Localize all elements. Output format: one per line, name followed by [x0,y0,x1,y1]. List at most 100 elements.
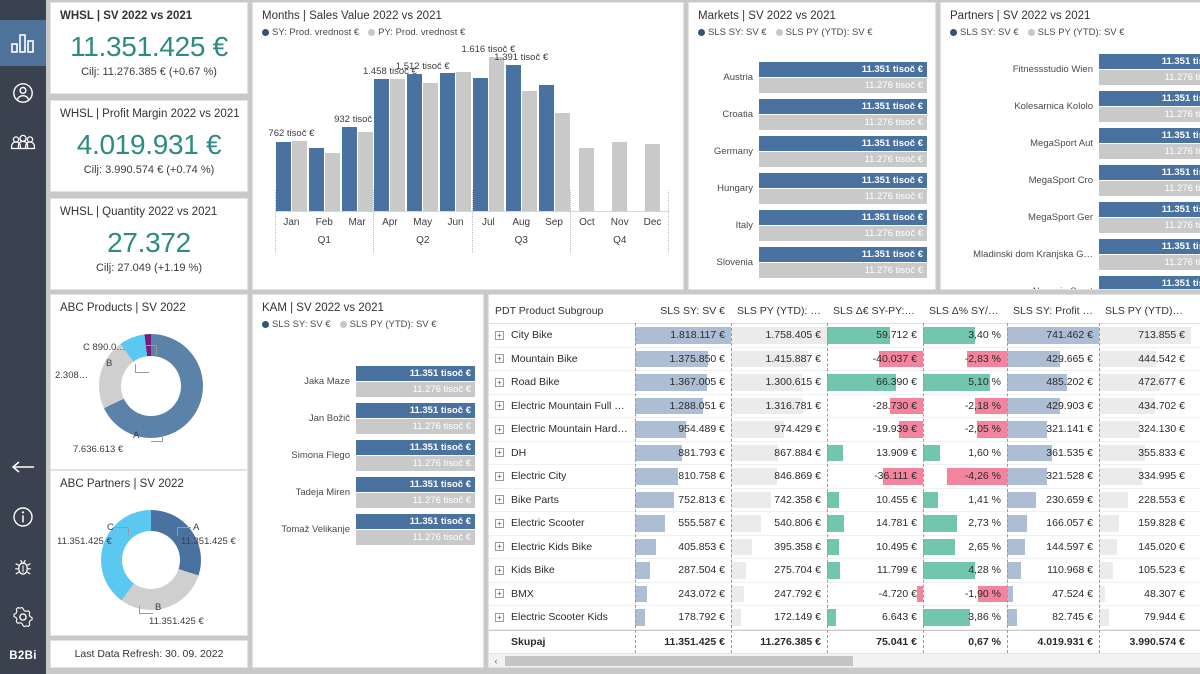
bar-sy[interactable]: 11.351 tisoč € [1099,54,1200,69]
table-cell-sy[interactable]: 810.758 € [635,465,731,488]
table-cell-p_sy[interactable]: 166.057 € [1007,512,1099,535]
table-cell-py[interactable]: 395.358 € [731,536,827,559]
bar-pair-row[interactable]: Mladinski dom Kranjska G…11.351 tisoč €1… [949,239,1200,270]
row-expand-button[interactable]: + [495,542,504,551]
bar-py[interactable] [489,57,504,211]
table-cell-name[interactable]: +Electric Scooter Kids [489,606,635,629]
partners-card[interactable]: Partners | SV 2022 vs 2021 SLS SY: SV € … [940,2,1200,290]
months-sales-chart-card[interactable]: Months | Sales Value 2022 vs 2021 SY: Pr… [252,2,684,290]
bar-py[interactable]: 11.276 tisoč € [759,115,927,130]
table-cell-d_pct[interactable]: -1,90 % [923,583,1007,606]
table-cell-name[interactable]: +Electric Mountain Hardtail [489,418,635,441]
bar-pair-row[interactable]: Tadeja Miren11.351 tisoč €11.276 tisoč € [261,477,475,508]
bar-sy[interactable]: 11.351 tisoč € [759,136,927,151]
table-cell-sy[interactable]: 881.793 € [635,442,731,465]
table-cell-py[interactable]: 974.429 € [731,418,827,441]
bar-sy[interactable] [407,74,422,211]
legend-item-py[interactable]: SLS PY (YTD): SV € [340,319,437,330]
bar-sy[interactable]: 11.351 tisoč € [1099,91,1200,106]
abc-partners-donut[interactable]: A11.351.425 €C11.351.425 €B11.351.425 € [51,494,247,634]
column-group[interactable] [570,48,603,211]
bar-py[interactable]: 11.276 tisoč € [759,189,927,204]
abc-products-donut[interactable]: C 890.0…B2.308…A7.636.613 € [51,318,247,466]
table-cell-p_sy[interactable]: 485.202 € [1007,371,1099,394]
bar-pair-row[interactable]: Kolesarnica Kololo11.351 tisoč €11.276 t… [949,91,1200,122]
abc-partners-card[interactable]: ABC Partners | SV 2022 A11.351.425 €C11.… [50,470,248,636]
table-cell-d_eur[interactable]: -40.037 € [827,348,923,371]
table-cell-sy[interactable]: 752.813 € [635,489,731,512]
bar-py[interactable] [579,148,594,211]
legend-item-sy[interactable]: SLS SY: SV € [698,27,767,38]
table-cell-p_py[interactable]: 324.130 € [1099,418,1191,441]
sidebar-item-debug[interactable] [0,544,46,590]
table-cell-name[interactable]: +Electric Scooter [489,512,635,535]
table-cell-sy[interactable]: 1.367.005 € [635,371,731,394]
bar-pair-row[interactable]: Fitnessstudio Wien11.351 tisoč €11.276 t… [949,54,1200,85]
bar-sy[interactable] [374,79,389,211]
table-cell-py[interactable]: 846.869 € [731,465,827,488]
table-cell-d_pct[interactable]: -2,18 % [923,395,1007,418]
table-cell-d_pct[interactable]: 2,65 % [923,536,1007,559]
bar-sy[interactable] [506,65,521,211]
table-cell-d_pct[interactable]: 5,10 % [923,371,1007,394]
table-cell-name[interactable]: +City Bike [489,324,635,347]
table-cell-p_sy[interactable]: 82.745 € [1007,606,1099,629]
table-cell-d_eur[interactable]: 11.799 € [827,559,923,582]
table-cell-p_sy[interactable]: 230.659 € [1007,489,1099,512]
bar-sy[interactable]: 11.351 tisoč € [759,99,927,114]
bar-py[interactable]: 11.276 tisoč € [1099,107,1200,122]
row-expand-button[interactable]: + [495,448,504,457]
table-cell-d_pct[interactable]: 3,86 % [923,606,1007,629]
table-cell-p_py[interactable]: 105.523 € [1099,559,1191,582]
table-cell-sy[interactable]: 954.489 € [635,418,731,441]
column-group[interactable]: 1.391 tisoč € [505,48,538,211]
table-cell-d_eur[interactable]: 6.643 € [827,606,923,629]
table-cell-p_py[interactable]: 79.944 € [1099,606,1191,629]
table-row[interactable]: +Bike Parts752.813 €742.358 €10.455 €1,4… [489,489,1200,513]
markets-card[interactable]: Markets | SV 2022 vs 2021 SLS SY: SV € S… [688,2,936,290]
bar-sy[interactable] [342,127,357,211]
sidebar-item-account[interactable] [0,70,46,116]
table-cell-d_pct[interactable]: 4,28 % [923,559,1007,582]
row-expand-button[interactable]: + [495,519,504,528]
row-expand-button[interactable]: + [495,354,504,363]
table-cell-d_eur[interactable]: 59.712 € [827,324,923,347]
table-column-header-d_eur[interactable]: SLS Δ€ SY-PY: SV [827,305,923,317]
bar-pair-row[interactable]: Croatia11.351 tisoč €11.276 tisoč € [697,99,927,130]
bar-py[interactable]: 11.276 tisoč € [759,78,927,93]
table-cell-name[interactable]: +Electric Mountain Full S… [489,395,635,418]
bar-sy[interactable]: 11.351 tisoč € [759,247,927,262]
table-cell-name[interactable]: +Bike Parts [489,489,635,512]
bar-py[interactable] [645,144,660,211]
table-cell-p_py[interactable]: 228.553 € [1099,489,1191,512]
table-cell-p_sy[interactable]: 47.524 € [1007,583,1099,606]
table-column-header-p_sy[interactable]: SLS SY: Profit … [1007,305,1099,317]
table-cell-d_pct[interactable]: -2,05 % [923,418,1007,441]
table-cell-d_eur[interactable]: 10.495 € [827,536,923,559]
table-row[interactable]: +Mountain Bike1.375.850 €1.415.887 €-40.… [489,348,1200,372]
table-column-header-sy[interactable]: SLS SY: SV € [635,305,731,317]
kpi-card-sales-value[interactable]: WHSL | SV 2022 vs 2021 11.351.425 € Cilj… [50,2,248,94]
table-cell-name[interactable]: +Mountain Bike [489,348,635,371]
bar-sy[interactable] [539,85,554,211]
bar-py[interactable]: 11.276 tisoč € [1099,144,1200,159]
column-group[interactable] [439,48,472,211]
bar-sy[interactable]: 11.351 tisoč € [356,514,475,529]
bar-py[interactable]: 11.276 tisoč € [356,419,475,434]
row-expand-button[interactable]: + [495,495,504,504]
table-row[interactable]: +City Bike1.818.117 €1.758.405 €59.712 €… [489,324,1200,348]
bar-py[interactable]: 11.276 tisoč € [1099,255,1200,270]
sidebar-item-back[interactable] [0,444,46,490]
table-cell-sy[interactable]: 178.792 € [635,606,731,629]
bar-py[interactable]: 11.276 tisoč € [759,152,927,167]
table-cell-p_sy[interactable]: 144.597 € [1007,536,1099,559]
table-cell-d_pct[interactable]: 1,60 % [923,442,1007,465]
table-cell-d_eur[interactable]: 14.781 € [827,512,923,535]
table-cell-p_sy[interactable]: 429.665 € [1007,348,1099,371]
product-subgroup-table-card[interactable]: PDT Product SubgroupSLS SY: SV €SLS PY (… [488,294,1200,668]
table-cell-py[interactable]: 867.884 € [731,442,827,465]
table-cell-d_eur[interactable]: 13.909 € [827,442,923,465]
bar-pair-row[interactable]: MegaSport Cro11.351 tisoč €11.276 tisoč … [949,165,1200,196]
table-cell-p_sy[interactable]: 110.968 € [1007,559,1099,582]
table-cell-d_pct[interactable]: -2,83 % [923,348,1007,371]
